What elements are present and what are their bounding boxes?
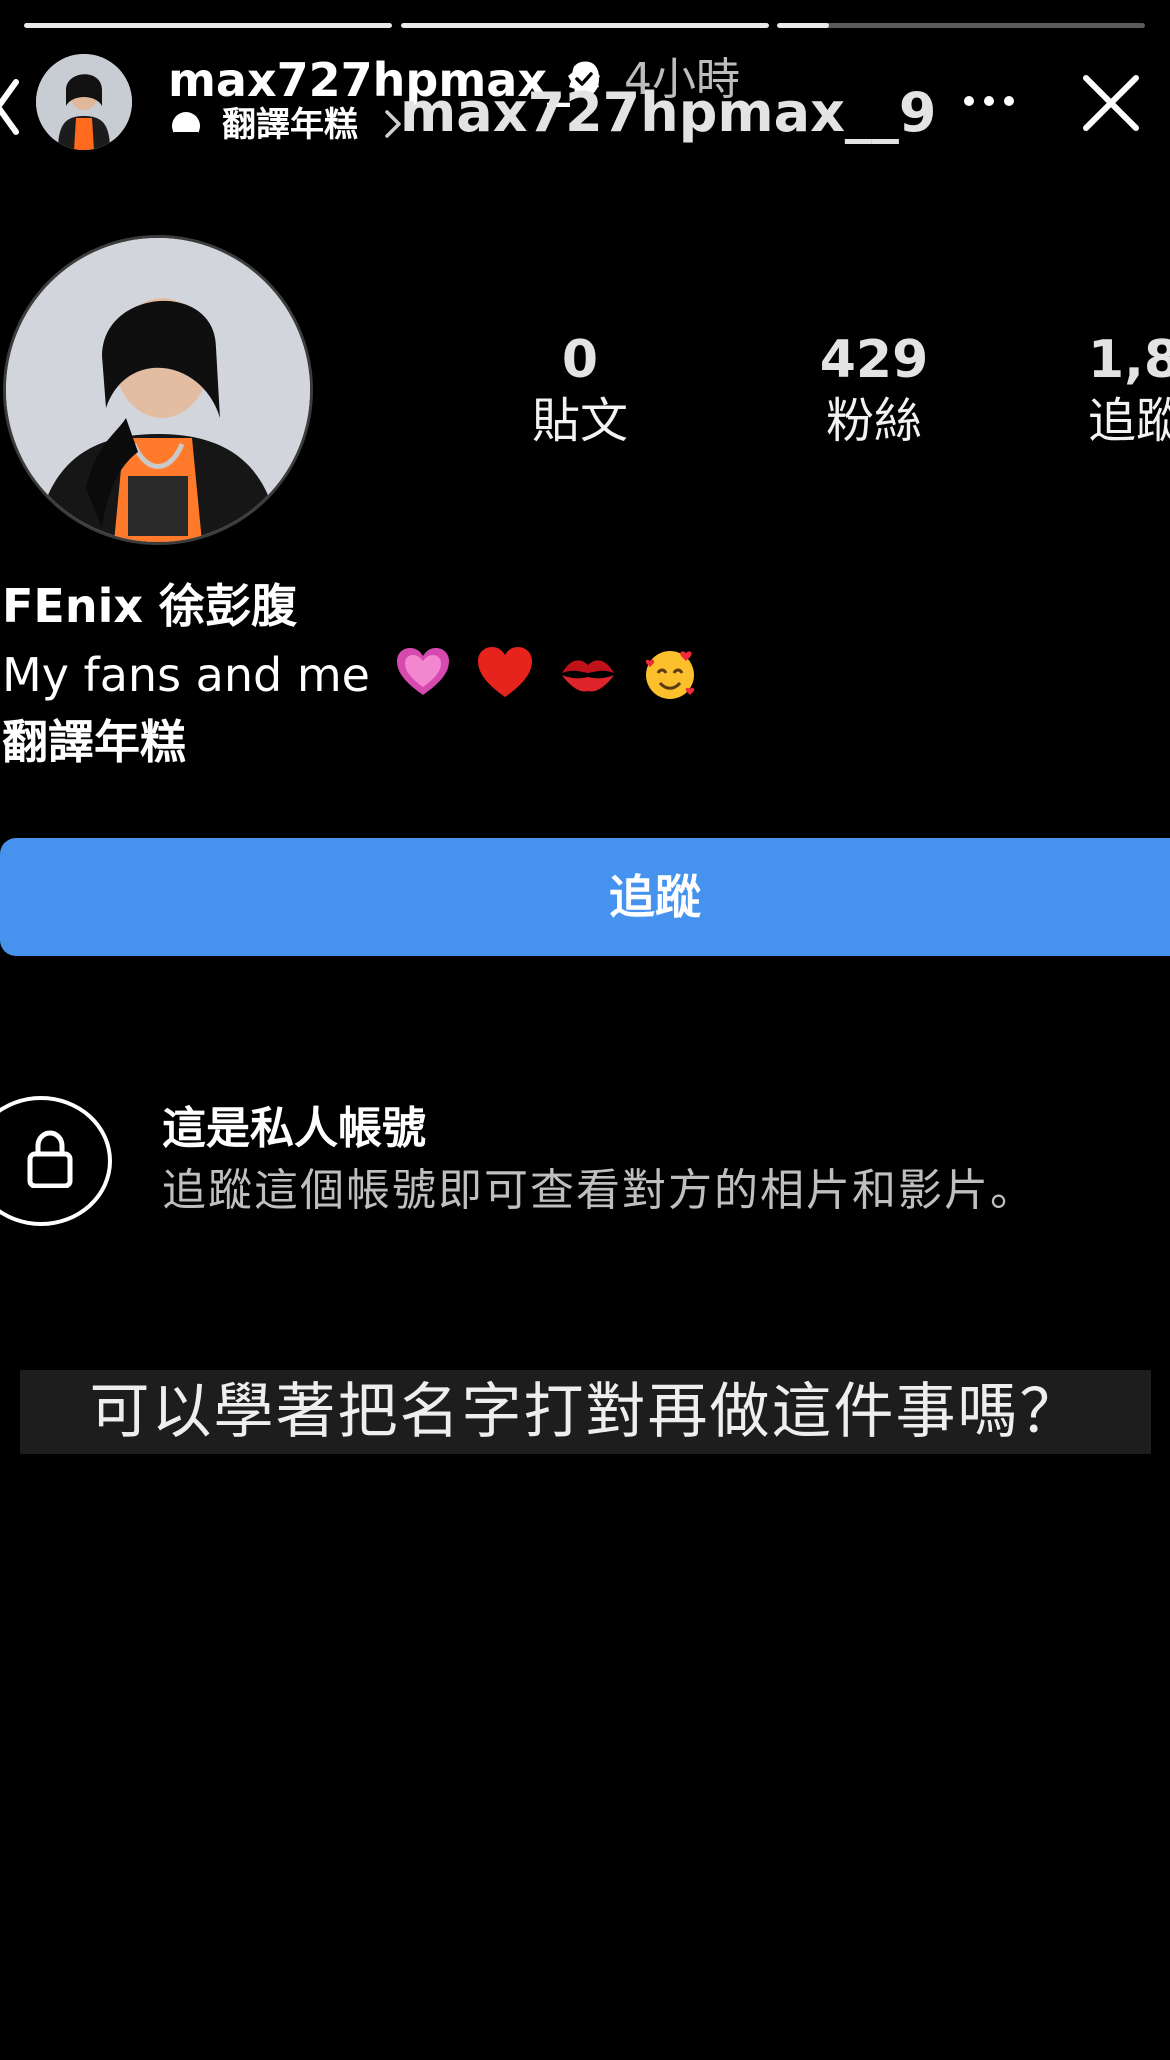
close-icon[interactable] bbox=[1080, 72, 1142, 134]
bio-text: My fans and me bbox=[2, 648, 370, 702]
smiling-face-with-hearts-emoji bbox=[646, 650, 695, 699]
profile-bio-link[interactable]: 翻譯年糕 bbox=[2, 712, 186, 772]
private-account-title: 這是私人帳號 bbox=[162, 1103, 426, 1154]
story-avatar[interactable] bbox=[36, 54, 132, 150]
caption-text: 可以學著把名字打對再做這件事嗎？ bbox=[89, 1377, 1082, 1447]
music-note-icon bbox=[172, 112, 200, 140]
stat-posts-label: 貼文 bbox=[531, 393, 628, 449]
stat-following-label: 追蹤 bbox=[1088, 393, 1170, 449]
stat-followers-count: 429 bbox=[819, 330, 929, 390]
lock-icon bbox=[27, 1130, 73, 1188]
chevron-left-icon[interactable] bbox=[0, 76, 22, 138]
growing-heart-emoji bbox=[396, 647, 449, 695]
stat-posts-count: 0 bbox=[561, 330, 599, 390]
red-heart-emoji bbox=[478, 646, 533, 697]
person-photo-icon bbox=[36, 54, 132, 150]
story-progress-bar-2 bbox=[401, 23, 769, 28]
story-progress-fill-3 bbox=[777, 23, 829, 28]
profile-bio: My fans and me bbox=[2, 644, 700, 709]
stat-following-count: 1,8 bbox=[1088, 330, 1170, 390]
story-progress-fill-1 bbox=[24, 23, 392, 28]
follow-button[interactable]: 追蹤 bbox=[0, 838, 1170, 956]
kiss-mark-emoji bbox=[561, 659, 614, 691]
private-account-subtitle: 追蹤這個帳號即可查看對方的相片和影片。 bbox=[162, 1165, 1036, 1216]
profile-avatar[interactable] bbox=[3, 235, 313, 545]
caption-box: 可以學著把名字打對再做這件事嗎？ bbox=[20, 1370, 1151, 1454]
story-progress-fill-2 bbox=[401, 23, 769, 28]
stat-followers-label: 粉絲 bbox=[825, 393, 922, 449]
stat-followers[interactable]: 429 粉絲 bbox=[754, 330, 994, 452]
story-progress-bar-1 bbox=[24, 23, 392, 28]
overlay-username-text: max727hpmax__9 bbox=[400, 81, 937, 144]
stat-posts[interactable]: 0 貼文 bbox=[460, 330, 700, 452]
music-label[interactable]: 翻譯年糕 bbox=[222, 102, 358, 148]
stat-following[interactable]: 1,8 追蹤 bbox=[1088, 330, 1170, 452]
story-progress-bar-3 bbox=[777, 23, 1145, 28]
profile-photo-icon bbox=[6, 238, 310, 542]
profile-display-name: FEnix 徐彭腹 bbox=[2, 579, 298, 633]
follow-button-label: 追蹤 bbox=[609, 870, 701, 924]
more-horizontal-icon[interactable] bbox=[962, 92, 1016, 110]
